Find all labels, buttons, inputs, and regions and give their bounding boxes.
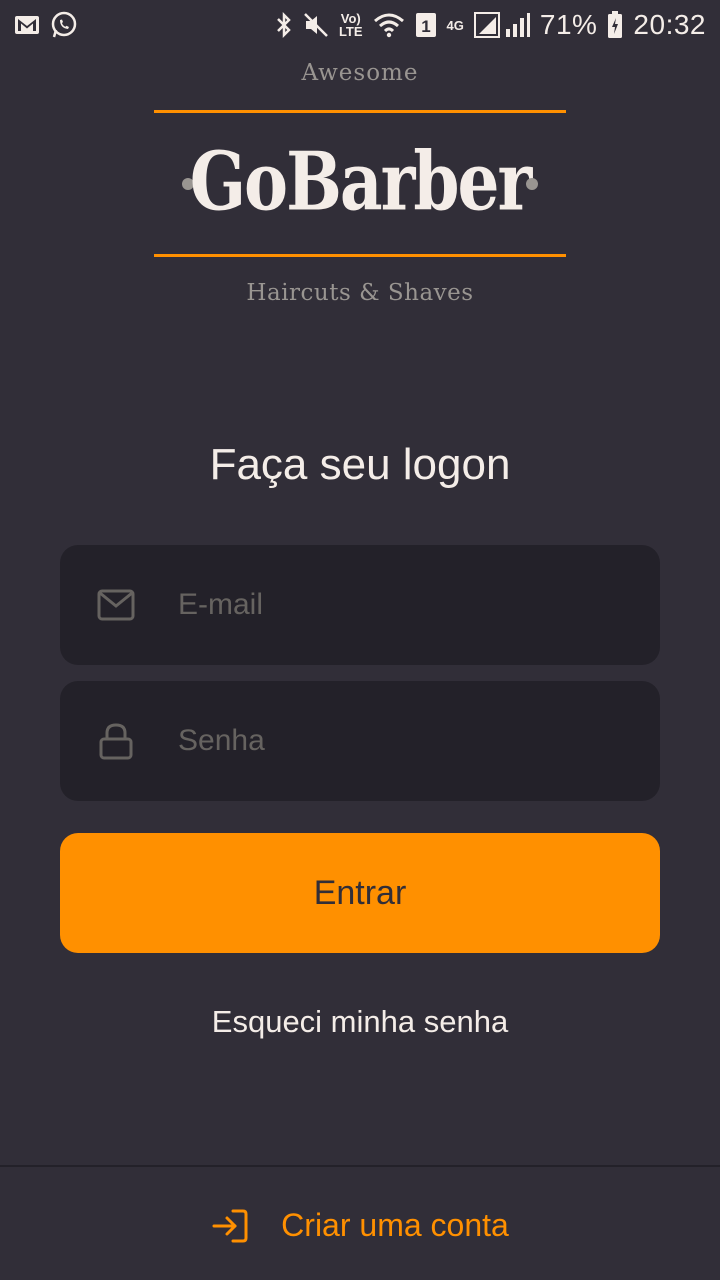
clock: 20:32 [633,9,706,40]
login-screen: Vo)LTE 1 4G 71% 20:32 Awesome GoBarber [0,0,720,1280]
battery-percent: 71% [539,9,598,40]
whatsapp-icon [50,11,78,39]
volte-icon: Vo) LTE [339,12,363,38]
volte-text: Vo) LTE [338,11,363,39]
forgot-password-link[interactable]: Esqueci minha senha [0,1004,720,1040]
battery-icon [607,11,623,39]
gmail-icon [14,14,40,36]
mute-icon [303,12,329,38]
lte-text: LTE [338,24,363,39]
password-field[interactable] [176,681,660,801]
create-account-label: Criar uma conta [281,1207,509,1243]
status-bar: Vo) LTE 1 4G 71% 20:32 [0,0,720,50]
page-title: Faça seu logon [209,440,511,489]
email-field[interactable] [176,545,660,665]
create-account-button[interactable]: Criar uma conta [0,1207,720,1244]
logo-top-line [154,110,566,113]
sim-number: 1 [421,17,430,36]
logo-top-text: Awesome [301,60,419,86]
email-field-container[interactable] [60,545,660,665]
logo-right-dot [526,178,538,190]
login-button[interactable]: Entrar [60,833,660,953]
bluetooth-icon [275,11,293,39]
logo-name: GoBarber [189,134,533,230]
password-field-container[interactable] [60,681,660,801]
lock-icon [96,721,136,761]
status-bar-right: Vo) LTE 1 4G 71% 20:32 [275,9,706,41]
gobarber-logo: Awesome GoBarber Haircuts & Shaves [0,54,720,324]
footer: Criar uma conta [0,1165,720,1280]
signal-icon [473,12,530,38]
logo-bottom-line [154,254,566,257]
status-bar-left [14,11,78,39]
mail-icon [96,585,136,625]
log-in-icon [211,1208,249,1244]
logo-sub-text: Haircuts & Shaves [246,280,474,306]
wifi-icon [373,12,405,38]
sim-icon: 1 [415,12,437,38]
network-type: 4G [446,17,464,33]
